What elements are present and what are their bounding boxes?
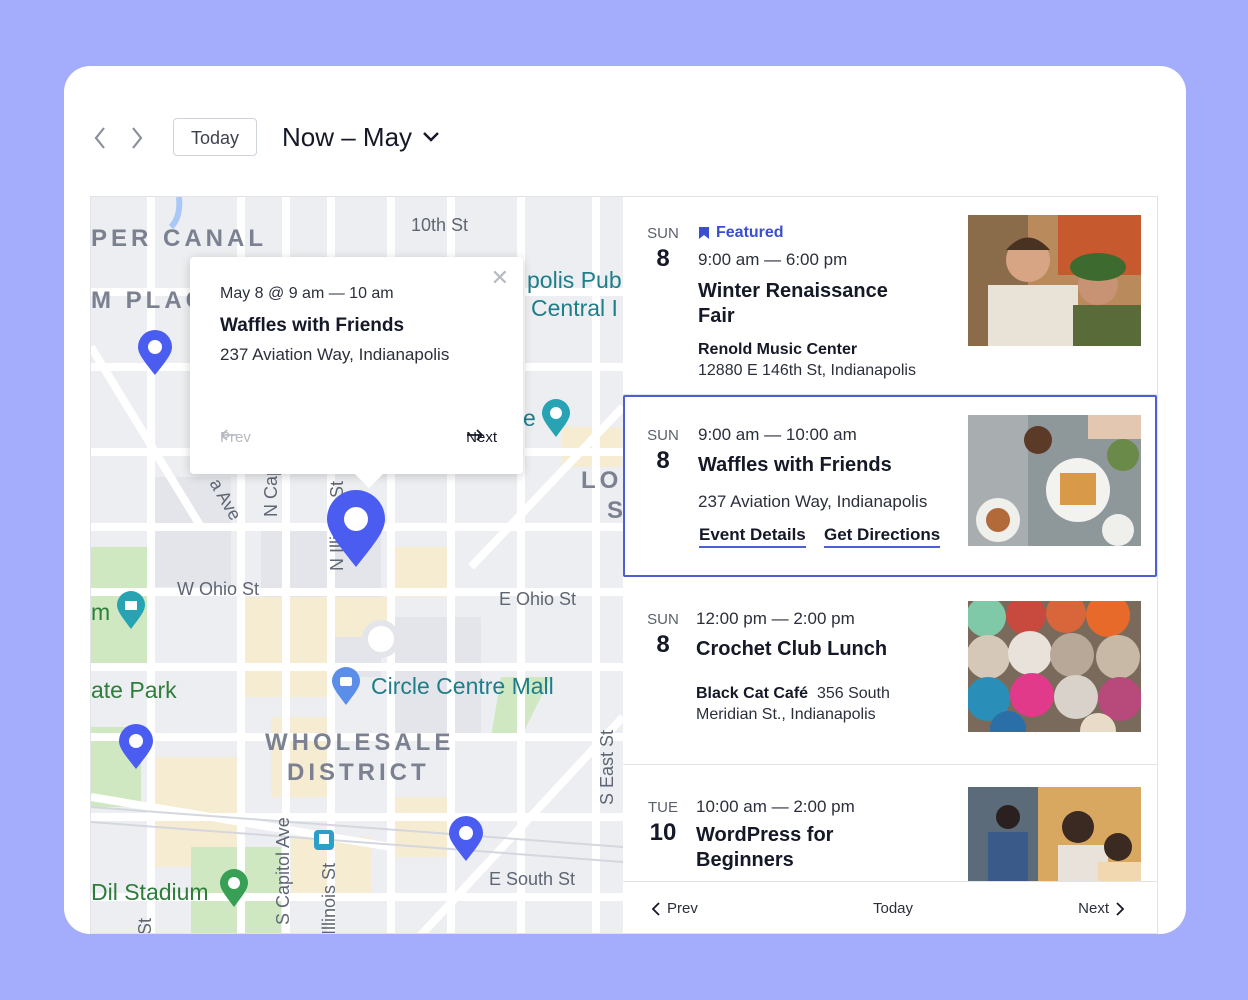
event-day-number: 8 xyxy=(656,631,670,658)
map-area-label: LO xyxy=(581,467,623,494)
event-day-of-week: SUN xyxy=(647,611,679,628)
event-list: SUN 8 Featured 9:00 am — 6:00 pm Winter … xyxy=(623,197,1157,933)
event-title[interactable]: Winter Renaissance Fair xyxy=(698,279,918,329)
event-day-of-week: TUE xyxy=(648,799,678,816)
map-street-label: 10th St xyxy=(411,215,469,235)
selected-event-map-pin[interactable] xyxy=(325,489,387,569)
list-prev-button[interactable]: Prev xyxy=(651,900,698,917)
event-image[interactable] xyxy=(968,601,1141,732)
event-venue: Black Cat Café 356 South Meridian St., I… xyxy=(696,683,936,725)
laptop-class-photo xyxy=(968,787,1141,881)
chevron-right-icon xyxy=(1116,901,1125,916)
popup-prev-button[interactable]: Prev xyxy=(220,429,251,446)
event-title[interactable]: Crochet Club Lunch xyxy=(696,637,956,662)
map-street-label: St xyxy=(135,917,155,934)
waffles-table-photo xyxy=(968,415,1141,546)
events-map[interactable]: PER CANAL M PLAC WHOLESALE DISTRICT LO S… xyxy=(91,197,623,934)
list-next-label: Next xyxy=(1078,900,1109,917)
map-area-label: WHOLESALE xyxy=(265,729,455,756)
popup-event-time: May 8 @ 9 am — 10 am xyxy=(220,285,394,302)
list-prev-label: Prev xyxy=(667,900,698,917)
close-icon[interactable]: ✕ xyxy=(491,265,509,291)
chevron-down-icon xyxy=(423,132,439,142)
event-map-pin[interactable] xyxy=(136,329,174,377)
map-street-label: W Ohio St xyxy=(177,579,260,599)
event-day-number: 8 xyxy=(656,447,670,474)
theater-poi-icon xyxy=(542,399,570,437)
list-pagination: Prev Today Next xyxy=(623,881,1157,933)
event-day-number: 8 xyxy=(656,245,670,272)
event-details-link[interactable]: Event Details xyxy=(699,525,806,548)
map-park-label: Dil Stadium xyxy=(91,879,209,905)
map-poi-label: polis Pub xyxy=(527,267,622,293)
event-time: 10:00 am — 2:00 pm xyxy=(696,797,855,816)
museum-poi-icon xyxy=(117,591,145,629)
event-day-of-week: SUN xyxy=(647,427,679,444)
event-day-of-week: SUN xyxy=(647,225,679,242)
map-poi-label: Circle Centre Mall xyxy=(371,673,554,699)
yarn-balls-photo xyxy=(968,601,1141,732)
chevron-right-icon xyxy=(132,127,143,149)
event-time: 9:00 am — 6:00 pm xyxy=(698,250,848,269)
event-venue-name: Black Cat Café xyxy=(696,685,809,702)
arrow-right-icon xyxy=(467,429,484,441)
event-venue-name: Renold Music Center xyxy=(698,341,858,358)
event-time: 12:00 pm — 2:00 pm xyxy=(696,609,855,628)
featured-label: Featured xyxy=(716,224,784,241)
popup-event-address: 237 Aviation Way, Indianapolis xyxy=(220,345,450,364)
today-button[interactable]: Today xyxy=(173,118,257,156)
date-range-label: Now – May xyxy=(282,121,413,152)
event-map-pin[interactable] xyxy=(117,723,155,771)
get-directions-link[interactable]: Get Directions xyxy=(824,525,941,548)
popup-next-button[interactable]: Next xyxy=(466,429,497,446)
map-list-view: PER CANAL M PLAC WHOLESALE DISTRICT LO S… xyxy=(90,196,1158,934)
arrow-left-icon xyxy=(220,429,237,441)
map-area-label: S xyxy=(607,497,623,525)
event-venue-address: 12880 E 146th St, Indianapolis xyxy=(698,362,916,379)
event-image[interactable] xyxy=(968,415,1141,546)
event-address: 237 Aviation Way, Indianapolis xyxy=(698,492,928,511)
map-street-label: S Capitol Ave xyxy=(273,817,293,925)
map-street-label: S East St xyxy=(597,729,617,805)
featured-badge: Featured xyxy=(698,224,784,242)
map-park-label: ate Park xyxy=(91,677,177,703)
date-range-selector[interactable]: Now – May xyxy=(282,118,440,156)
next-period-button[interactable] xyxy=(127,124,151,152)
map-poi-label: Central I xyxy=(531,295,618,321)
event-map-pin[interactable] xyxy=(447,815,485,863)
event-image[interactable] xyxy=(968,215,1141,346)
previous-period-button[interactable] xyxy=(90,124,114,152)
shopping-poi-icon xyxy=(332,667,360,705)
chevron-left-icon xyxy=(651,901,660,916)
chevron-left-icon xyxy=(94,127,105,149)
popup-event-title[interactable]: Waffles with Friends xyxy=(220,315,404,337)
map-street-label: Illinois St xyxy=(319,862,339,934)
list-today-button[interactable]: Today xyxy=(873,900,913,917)
map-poi-label: e xyxy=(523,405,536,431)
event-venue: Renold Music Center 12880 E 146th St, In… xyxy=(698,339,948,381)
map-event-popup: ✕ May 8 @ 9 am — 10 am Waffles with Frie… xyxy=(190,257,523,488)
event-day-number: 10 xyxy=(649,819,677,846)
event-time: 9:00 am — 10:00 am xyxy=(698,425,857,444)
event-list-item[interactable]: SUN 8 12:00 pm — 2:00 pm Crochet Club Lu… xyxy=(623,577,1157,765)
map-area-label: DISTRICT xyxy=(287,759,430,786)
map-street-label: E South St xyxy=(489,869,576,889)
map-area-label: PER CANAL xyxy=(91,225,268,252)
bookmark-icon xyxy=(699,227,709,239)
renaissance-fair-photo xyxy=(968,215,1141,346)
map-park-label: m xyxy=(91,599,111,625)
event-title[interactable]: WordPress for Beginners xyxy=(696,823,896,873)
transit-poi-icon xyxy=(314,830,334,850)
event-list-item[interactable]: SUN 8 Featured 9:00 am — 6:00 pm Winter … xyxy=(623,197,1157,395)
event-list-item-selected[interactable]: SUN 8 9:00 am — 10:00 am Waffles with Fr… xyxy=(623,395,1157,577)
event-image[interactable] xyxy=(968,787,1141,881)
map-street-label: E Ohio St xyxy=(499,589,577,609)
event-title[interactable]: Waffles with Friends xyxy=(698,453,958,478)
list-next-button[interactable]: Next xyxy=(1078,900,1125,917)
stadium-poi-icon xyxy=(220,869,248,907)
